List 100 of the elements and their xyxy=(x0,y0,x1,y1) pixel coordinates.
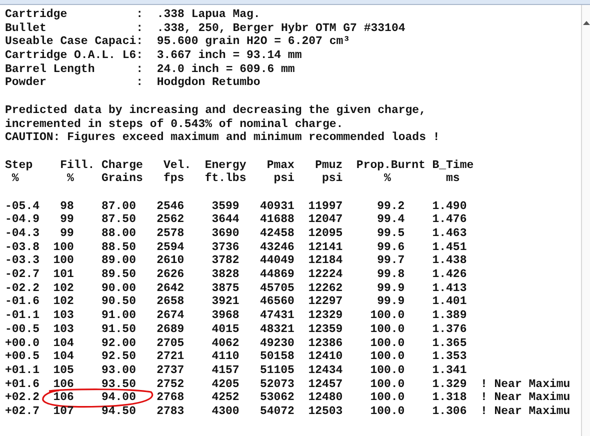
table-cell: 99.2 xyxy=(377,200,405,214)
table-cell: 3690 xyxy=(212,227,240,241)
table-cell: 2752 xyxy=(156,378,184,392)
field-value: 24.0 inch = 609.6 mm xyxy=(156,62,295,76)
table-cell: 4252 xyxy=(212,391,240,405)
table-cell: 12329 xyxy=(308,309,343,323)
table-cell: 11997 xyxy=(308,200,343,214)
table-cell: +00.0 xyxy=(5,336,40,350)
table-cell: 99.9 xyxy=(377,282,405,296)
table-cell: 50158 xyxy=(260,350,294,364)
table-cell: 46560 xyxy=(260,295,294,310)
colon: : xyxy=(136,76,144,90)
table-cell: 101 xyxy=(53,268,74,282)
table-cell: 107 xyxy=(53,404,74,419)
column-unit: ft.lbs xyxy=(204,172,246,186)
table-cell: 99 xyxy=(60,213,74,228)
table-cell: 93.00 xyxy=(101,364,136,378)
table-cell: 12480 xyxy=(308,391,343,405)
table-cell: 12297 xyxy=(308,295,343,310)
column-header: Energy xyxy=(204,158,246,172)
column-header: Vel. xyxy=(163,158,192,172)
table-cell: 12457 xyxy=(308,378,343,392)
table-cell: 100.0 xyxy=(370,322,405,337)
table-cell: 12141 xyxy=(308,240,343,254)
table-cell: +01.6 xyxy=(5,378,40,392)
column-unit: % xyxy=(384,172,391,186)
table-cell: 2562 xyxy=(156,213,184,228)
table-cell: 100 xyxy=(53,254,74,268)
column-unit: psi xyxy=(274,172,294,186)
table-cell: 2783 xyxy=(156,404,184,419)
table-cell: 3644 xyxy=(212,213,240,228)
table-cell: 100.0 xyxy=(370,350,405,364)
table-cell: 89.50 xyxy=(101,268,136,282)
table-cell: 2705 xyxy=(156,336,184,350)
column-header: Pmuz xyxy=(315,158,343,172)
table-cell: 1.438 xyxy=(432,254,467,268)
table-cell: 100.0 xyxy=(370,404,405,419)
table-cell: 92.00 xyxy=(101,336,136,350)
table-cell: -00.5 xyxy=(5,322,40,337)
table-cell: 1.476 xyxy=(432,213,467,228)
table-cell: 12184 xyxy=(308,254,343,268)
table-cell: 3782 xyxy=(212,254,240,268)
column-header: Fill. xyxy=(60,158,95,172)
table-cell: 3828 xyxy=(212,268,240,282)
table-cell: +02.7 xyxy=(5,404,40,419)
field-label: Useable Case Capaci xyxy=(5,35,136,50)
note-text: CAUTION: Figures exceed maximum and minimum recommended loads ! xyxy=(5,131,440,144)
table-cell: 93.50 xyxy=(101,378,136,392)
table-cell: 89.00 xyxy=(101,254,136,268)
table-cell: 87.00 xyxy=(101,200,136,214)
warning-text: ! Near Maximu xyxy=(480,404,570,419)
table-cell: 1.365 xyxy=(432,336,467,350)
table-cell: -02.2 xyxy=(5,282,40,296)
table-cell: 4300 xyxy=(212,404,240,419)
field-label: Powder xyxy=(5,76,48,90)
table-cell: 2626 xyxy=(156,268,184,282)
field-label: Cartridge xyxy=(5,8,68,22)
table-cell: 99.9 xyxy=(377,295,405,310)
table-cell: 1.413 xyxy=(432,282,467,296)
table-cell: +01.1 xyxy=(5,364,40,378)
table-cell: 105 xyxy=(53,364,74,378)
table-cell: 2674 xyxy=(156,309,184,323)
table-cell: 53062 xyxy=(260,391,294,405)
table-cell: -03.8 xyxy=(5,240,40,254)
table-cell: 100 xyxy=(53,240,74,254)
table-cell: 99.4 xyxy=(377,213,405,228)
table-cell: 12224 xyxy=(308,268,343,282)
table-cell: 99.7 xyxy=(377,254,405,268)
table-cell: 12410 xyxy=(308,350,343,364)
table-cell: 12047 xyxy=(308,213,343,228)
table-cell: 3736 xyxy=(212,240,240,254)
table-cell: 4110 xyxy=(212,350,240,364)
table-cell: 103 xyxy=(53,322,74,337)
table-cell: 2642 xyxy=(156,282,184,296)
scroll-up-icon[interactable] xyxy=(582,21,590,25)
table-cell: 99.8 xyxy=(377,268,405,282)
table-cell: 2658 xyxy=(156,295,184,310)
table-cell: 45705 xyxy=(260,282,294,296)
field-value: 3.667 inch = 93.14 mm xyxy=(156,49,302,62)
table-cell: 91.50 xyxy=(101,322,136,337)
table-cell: 3921 xyxy=(212,295,240,310)
table-cell: -01.1 xyxy=(5,309,40,323)
column-header: B_Time xyxy=(432,158,474,172)
field-value: .338, 250, Berger Hybr OTM G7 #33104 xyxy=(156,22,406,35)
table-cell: 1.389 xyxy=(432,309,467,323)
table-cell: 49230 xyxy=(260,336,294,350)
column-unit: psi xyxy=(322,172,343,186)
field-value: Hodgdon Retumbo xyxy=(156,76,260,90)
table-cell: 1.376 xyxy=(432,322,467,337)
table-cell: 106 xyxy=(53,391,74,405)
column-header: Step xyxy=(5,158,33,172)
table-cell: 12386 xyxy=(308,336,343,350)
table-cell: 2546 xyxy=(156,200,184,214)
table-cell: 47431 xyxy=(260,309,294,323)
field-value: 95.600 grain H2O = 6.207 cm³ xyxy=(156,35,350,48)
table-cell: 52073 xyxy=(260,378,294,392)
table-cell: 4157 xyxy=(212,364,240,378)
column-unit: fps xyxy=(163,172,184,186)
table-cell: 1.463 xyxy=(432,227,467,241)
table-cell: 3875 xyxy=(212,282,240,296)
